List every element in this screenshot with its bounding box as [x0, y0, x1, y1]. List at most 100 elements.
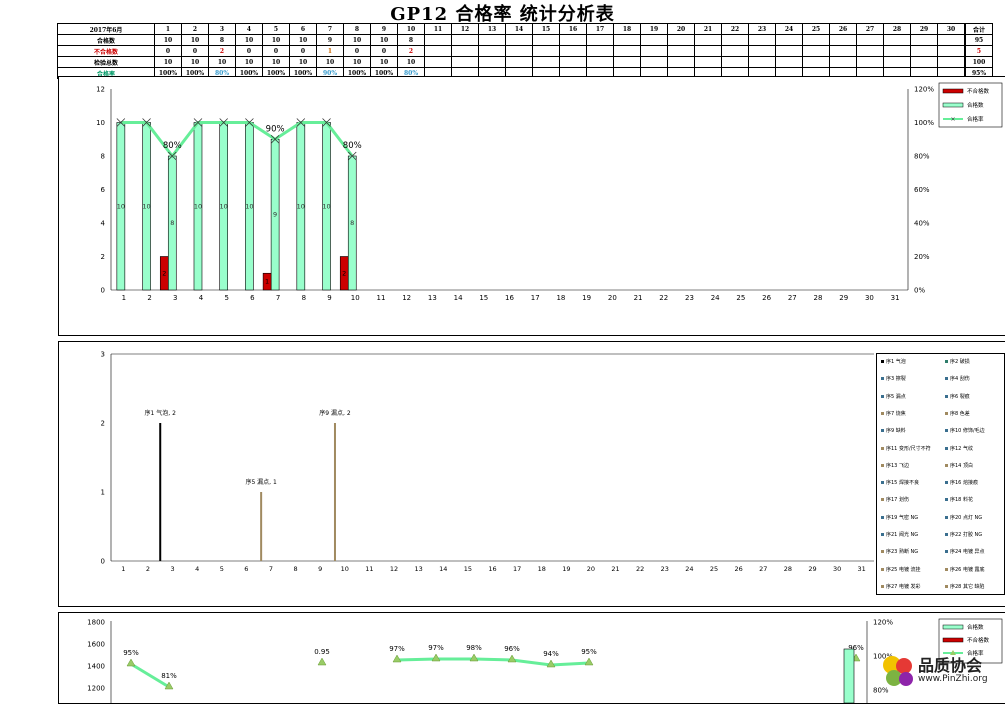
table-cell	[748, 34, 776, 46]
legend-swatch	[881, 463, 884, 467]
rate-line	[396, 657, 590, 667]
table-total-cell: 95	[965, 34, 993, 46]
table-column-header: 2	[181, 23, 209, 35]
bar-pass	[843, 648, 855, 704]
table-cell	[910, 34, 938, 46]
legend-label: 序19 气密 NG	[886, 514, 919, 521]
table-cell: 0	[343, 45, 371, 57]
table-cell: 10	[316, 56, 344, 68]
table-column-header: 11	[424, 23, 452, 35]
legend-label: 序4 刮伤	[950, 376, 970, 383]
legend-swatch	[881, 394, 884, 398]
table-column-header: 30	[937, 23, 965, 35]
legend-item: 序18 料花	[945, 496, 973, 503]
y2-tick-label: 100%	[914, 119, 934, 127]
chart-panel-3: 1200 1400 1600 1800 80% 100% 120% 95% 81% 0.95 97%…	[58, 612, 1005, 704]
x-tick-label: 20	[608, 294, 617, 302]
rate-point-label: 94%	[543, 650, 559, 658]
x-tick-label: 8	[294, 565, 298, 573]
x-tick-label: 28	[784, 565, 792, 573]
table-cell	[694, 45, 722, 57]
defect-bar-label: 序1 气泡, 2	[145, 409, 177, 417]
bar-fail-label: 2	[162, 269, 166, 277]
table-column-header: 26	[829, 23, 857, 35]
x-tick-label: 5	[220, 565, 224, 573]
table-row-label: 不合格数	[57, 45, 155, 57]
table-cell	[586, 56, 614, 68]
table-column-header: 24	[775, 23, 803, 35]
table-cell	[856, 56, 884, 68]
y2-tick-label: 120%	[914, 86, 934, 94]
y-tick-label: 3	[101, 351, 105, 359]
x-tick-label: 11	[365, 565, 373, 573]
legend-swatch	[881, 498, 884, 502]
table-column-header: 22	[721, 23, 749, 35]
x-tick-label: 3	[173, 294, 177, 302]
legend-item: 序8 色差	[945, 410, 970, 417]
table-column-header: 27	[856, 23, 884, 35]
x-tick-label: 21	[634, 294, 643, 302]
table-cell: 10	[289, 34, 317, 46]
x-tick-label: 7	[269, 565, 273, 573]
legend-item: 序27 电镀 发彩	[881, 583, 921, 590]
legend-swatch	[945, 446, 948, 450]
x-tick-label: 22	[636, 565, 644, 573]
legend-swatch	[881, 446, 884, 450]
x-tick-label: 1	[122, 294, 126, 302]
chart-panel-1: 0 2 4 6 8 10 12 0% 20% 40% 60% 80% 100% 120% 1 2 3 4 5 6 7 8 9…	[58, 76, 1005, 336]
rate-line	[120, 121, 354, 159]
x-tick-label: 14	[454, 294, 463, 302]
table-row: 检验总数 10 10 10 10 10 10 10 10 10 10 100	[57, 56, 993, 68]
table-cell	[559, 45, 587, 57]
stats-table: 2017年6月 1 2 3 4 5 6 7 8 9 10 11 12 13 14 15 16 17 18 19 20 21…	[57, 23, 993, 79]
y2-tick-label: 0%	[914, 287, 925, 295]
table-cell	[505, 34, 533, 46]
table-total-cell: 5	[965, 45, 993, 57]
legend-item: 序16 熔接痕	[945, 479, 978, 486]
x-tick-label: 28	[814, 294, 823, 302]
table-column-header: 10	[397, 23, 425, 35]
x-tick-label: 16	[505, 294, 514, 302]
table-cell: 10	[370, 34, 398, 46]
legend-swatch	[945, 463, 948, 467]
legend-label: 序10 修饰/毛边	[950, 428, 985, 435]
table-cell	[613, 56, 641, 68]
table-cell	[667, 56, 695, 68]
table-cell	[802, 34, 830, 46]
table-cell	[775, 45, 803, 57]
x-tick-label: 9	[318, 565, 322, 573]
table-cell	[478, 56, 506, 68]
table-cell	[856, 34, 884, 46]
table-total-header: 合计	[965, 23, 993, 35]
table-cell: 10	[343, 34, 371, 46]
rate-marker	[126, 658, 136, 667]
table-cell	[640, 45, 668, 57]
x-tick-label: 8	[302, 294, 306, 302]
rate-point-label: 81%	[161, 672, 177, 680]
table-cell: 10	[154, 56, 182, 68]
legend-item: 序26 电镀 露底	[945, 566, 985, 573]
table-row: 合格数 10 10 8 10 10 10 9 10 10 8 95	[57, 34, 993, 46]
bar-pass-label: 10	[142, 202, 150, 210]
legend-item: 序4 刮伤	[945, 375, 970, 382]
legend-label: 序11 变形/尺寸不符	[886, 445, 931, 452]
legend-item: 序23 熟断 NG	[881, 548, 918, 555]
rate-point-label: 0.95	[314, 648, 330, 656]
x-tick-label: 2	[147, 294, 151, 302]
rate-point-label: 96%	[504, 645, 520, 653]
rate-point-label: 97%	[389, 645, 405, 653]
x-tick-label: 10	[341, 565, 349, 573]
x-tick-label: 27	[788, 294, 797, 302]
defect-bar	[333, 423, 336, 561]
table-column-header: 12	[451, 23, 479, 35]
table-cell	[694, 56, 722, 68]
x-tick-label: 9	[327, 294, 331, 302]
x-tick-label: 11	[376, 294, 385, 302]
legend-label: 合格数	[967, 101, 984, 109]
legend-swatch	[942, 624, 964, 630]
legend-label: 序18 料花	[950, 497, 973, 504]
table-cell	[937, 34, 965, 46]
legend-item: 序3 擦裂	[881, 375, 906, 382]
rate-marker	[317, 657, 327, 666]
legend-label: 序17 划伤	[886, 497, 909, 504]
